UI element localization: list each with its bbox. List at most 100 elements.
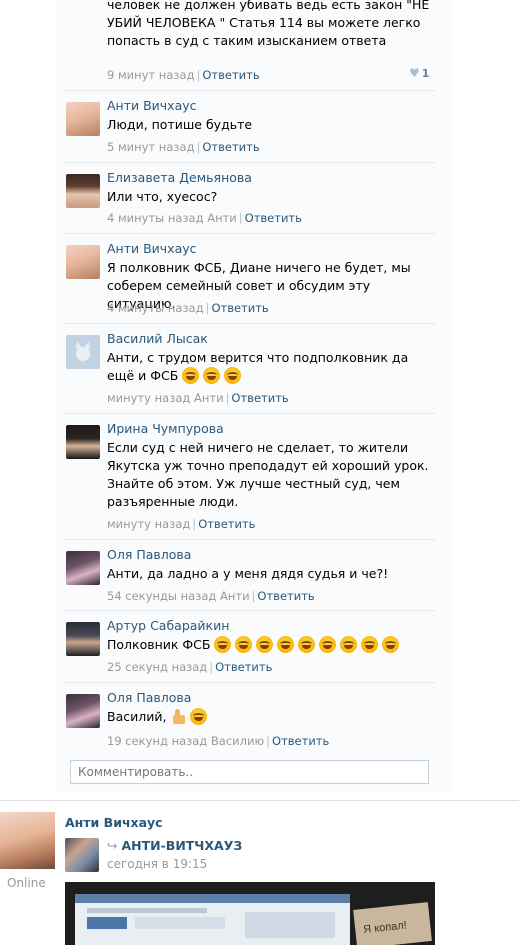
comment-time[interactable]: 5 минут назад [107, 140, 194, 154]
comment-text: Или что, хуесос? [107, 189, 218, 204]
comment-author[interactable]: Артур Сабарайкин [107, 618, 229, 633]
comment-time[interactable]: минуту назад [107, 517, 190, 531]
reply-link[interactable]: Ответить [231, 391, 288, 405]
repost-time[interactable]: сегодня в 19:15 [107, 857, 207, 871]
divider [63, 233, 435, 234]
comment-input[interactable]: Комментировать.. [70, 760, 429, 784]
face-with-tears-of-joy-emoji [182, 367, 200, 384]
comment-time[interactable]: 9 минут назад [107, 68, 194, 82]
avatar[interactable] [66, 425, 100, 459]
divider [63, 539, 435, 540]
reply-link[interactable]: Ответить [272, 734, 329, 748]
reply-link[interactable]: Ответить [245, 211, 302, 225]
face-with-tears-of-joy-emoji [190, 708, 208, 725]
comment-meta: 19 секунд назад Василию | Ответить [107, 734, 330, 748]
comment-meta: 4 минуты назад | Ответить [107, 301, 269, 315]
reply-to[interactable]: Василию [211, 734, 264, 748]
repost-arrow-icon: ↪ [107, 838, 118, 853]
face-with-tears-of-joy-emoji [361, 636, 379, 653]
comment-item: Артур Сабарайкин Полковник ФСБ 25 секунд… [63, 610, 435, 682]
comment-author[interactable]: Анти Вичхаус [107, 98, 197, 113]
comment-time[interactable]: 19 секунд назад [107, 734, 207, 748]
comment-item: Анти Вичхаус Люди, потише будьте 5 минут… [63, 90, 435, 162]
post-divider [0, 800, 519, 801]
avatar[interactable] [66, 245, 100, 279]
repost-source-name[interactable]: АНТИ-ВИТЧХАУЗ [121, 838, 242, 853]
divider [63, 90, 435, 91]
avatar[interactable] [66, 102, 100, 136]
reply-link[interactable]: Ответить [202, 68, 259, 82]
comment-text: человек не должен убивать ведь есть зако… [107, 0, 432, 50]
comment-text: Люди, потише будьте [107, 117, 253, 132]
thumbs-up-emoji [170, 708, 187, 725]
comment-meta: 5 минут назад | Ответить [107, 140, 260, 154]
post-author[interactable]: Анти Вичхаус [65, 815, 163, 830]
face-with-tears-of-joy-emoji [203, 367, 221, 384]
face-with-tears-of-joy-emoji [277, 636, 295, 653]
comment-item: Оля Павлова Анти, да ладно а у меня дядя… [63, 539, 435, 610]
reply-to[interactable]: Анти [220, 589, 250, 603]
comment-meta: минуту назад | Ответить [107, 517, 256, 531]
post-author-avatar[interactable] [0, 812, 55, 869]
avatar[interactable] [66, 694, 100, 728]
divider [63, 323, 435, 324]
comment-time[interactable]: 54 секунды назад [107, 589, 216, 603]
face-with-tears-of-joy-emoji [256, 636, 274, 653]
face-with-tears-of-joy-emoji [214, 636, 232, 653]
comment-author[interactable]: Оля Павлова [107, 690, 191, 705]
comment-text: Если суд с ней ничего не сделает, то жит… [107, 440, 429, 509]
comment-text-body: человек не должен убивать ведь есть зако… [107, 0, 430, 48]
face-with-tears-of-joy-emoji [340, 636, 358, 653]
comment-text: Полковник ФСБ [107, 636, 429, 654]
comment-author[interactable]: Ирина Чумпурова [107, 421, 224, 436]
avatar[interactable] [66, 335, 100, 369]
comment-item: Василий Лысак Анти, с трудом верится что… [63, 323, 435, 413]
comment-time[interactable]: 25 секунд назад [107, 660, 207, 674]
face-with-tears-of-joy-emoji [319, 636, 337, 653]
comment-author[interactable]: Оля Павлова [107, 547, 191, 562]
like-count: 1 [421, 67, 430, 80]
default-avatar-icon [76, 341, 90, 361]
comment-meta: 54 секунды назад Анти | Ответить [107, 589, 315, 603]
comment-meta: 4 минуты назад Анти | Ответить [107, 211, 302, 225]
comment-item: Елизавета Демьянова Или что, хуесос? 4 м… [63, 162, 435, 233]
comment-time[interactable]: 4 минуты назад [107, 301, 204, 315]
comment-item: Оля Павлова Василий, 19 секунд назад Вас… [63, 682, 435, 752]
comment-meta: 9 минут назад | Ответить [107, 68, 260, 82]
reply-to[interactable]: Анти [207, 211, 237, 225]
divider [63, 610, 435, 611]
reply-link[interactable]: Ответить [211, 301, 268, 315]
face-with-tears-of-joy-emoji [224, 367, 242, 384]
divider [63, 162, 435, 163]
comment-time[interactable]: минуту назад [107, 391, 190, 405]
comment-text: Василий, [107, 708, 429, 726]
reply-link[interactable]: Ответить [198, 517, 255, 531]
divider [63, 413, 435, 414]
comment-author[interactable]: Анти Вичхаус [107, 241, 197, 256]
post-photo: Я копал! [65, 882, 435, 945]
comment-meta: минуту назад Анти | Ответить [107, 391, 289, 405]
comment-author[interactable]: Елизавета Демьянова [107, 170, 252, 185]
repost-source[interactable]: ↪ АНТИ-ВИТЧХАУЗ [107, 838, 242, 853]
comment-text-body: Василий, [107, 709, 167, 724]
comment-author[interactable]: Василий Лысак [107, 331, 208, 346]
like-button[interactable]: ♥ 1 [409, 66, 429, 80]
reply-to[interactable]: Анти [194, 391, 224, 405]
online-status: Online [7, 876, 46, 890]
face-with-tears-of-joy-emoji [298, 636, 316, 653]
avatar[interactable] [66, 622, 100, 656]
comment-text: Анти, с трудом верится что подполковник … [107, 349, 429, 385]
comment-text-body: Анти, с трудом верится что подполковник … [107, 350, 409, 383]
avatar[interactable] [66, 551, 100, 585]
reply-link[interactable]: Ответить [215, 660, 272, 674]
post-image[interactable]: Я копал! [65, 882, 435, 945]
comment-item: Анти Вичхаус Я полковник ФСБ, Диане ниче… [63, 233, 435, 323]
wall-feed: человек не должен убивать ведь есть зако… [0, 0, 519, 945]
comment-time[interactable]: 4 минуты назад [107, 211, 204, 225]
reply-link[interactable]: Ответить [257, 589, 314, 603]
comment-text-body: Полковник ФСБ [107, 637, 211, 652]
repost-avatar[interactable] [65, 838, 99, 872]
divider [63, 682, 435, 683]
avatar[interactable] [66, 174, 100, 208]
reply-link[interactable]: Ответить [202, 140, 259, 154]
